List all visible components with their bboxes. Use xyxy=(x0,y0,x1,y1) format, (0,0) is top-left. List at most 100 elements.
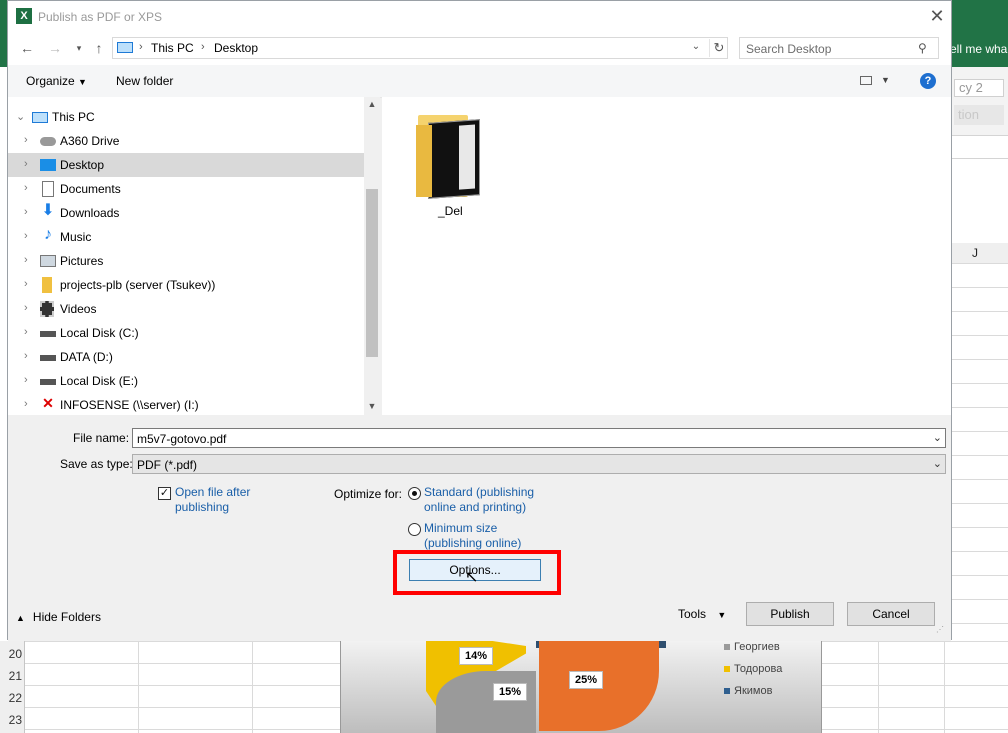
new-folder-button[interactable]: New folder xyxy=(116,74,173,88)
save-type-label: Save as type: xyxy=(60,457,133,471)
file-list: _Del xyxy=(382,97,951,415)
tree-item-local-disk-c[interactable]: › Local Disk (C:) xyxy=(8,321,364,345)
organize-label: Organize xyxy=(26,74,75,88)
minimum-size-radio[interactable] xyxy=(408,523,421,536)
address-bar[interactable]: › This PC › Desktop ⌄ ↻ xyxy=(112,37,728,59)
view-mode-icon[interactable] xyxy=(860,76,872,85)
chevron-right-icon[interactable]: › xyxy=(24,182,28,194)
disk-icon xyxy=(40,355,56,361)
tree-item-a360-drive[interactable]: › A360 Drive xyxy=(8,129,364,153)
style-accent-box[interactable]: cy 2 xyxy=(954,79,1004,97)
close-button[interactable]: ✕ xyxy=(926,5,948,27)
folder-thumbnail xyxy=(428,119,480,199)
open-after-label[interactable]: Open file after publishing xyxy=(175,485,250,515)
up-button[interactable]: ↑ xyxy=(90,39,108,57)
pictures-icon xyxy=(40,255,56,267)
search-icon[interactable]: ⚲ xyxy=(918,41,927,55)
open-after-line1: Open file after xyxy=(175,485,251,499)
minimum-line2: (publishing online) xyxy=(424,536,522,550)
arrow-up-icon: ↑ xyxy=(95,40,103,56)
tree-item-label: Local Disk (E:) xyxy=(60,374,139,388)
column-header-j[interactable] xyxy=(950,243,1008,264)
formula-bar[interactable] xyxy=(950,135,1008,159)
legend-swatch xyxy=(724,688,730,695)
tools-button[interactable]: Tools ▼ xyxy=(678,607,726,621)
pie-chart[interactable]: 14% 15% 25% Георгиев Тодорова Якимов xyxy=(340,641,822,733)
chevron-right-icon[interactable]: › xyxy=(24,278,28,290)
scrollbar-thumb[interactable] xyxy=(366,189,378,357)
chevron-right-icon[interactable]: › xyxy=(24,350,28,362)
close-icon: ✕ xyxy=(929,6,945,26)
arrow-right-icon: → xyxy=(48,40,62,56)
scroll-down-icon[interactable]: ▼ xyxy=(364,401,380,411)
tree-item-this-pc[interactable]: ⌄ This PC xyxy=(8,105,364,129)
row-number[interactable]: 21 xyxy=(2,669,22,683)
tree-item-projects-plb[interactable]: › projects-plb (server (Tsukev)) xyxy=(8,273,364,297)
tree-item-downloads[interactable]: › ⬇ Downloads xyxy=(8,201,364,225)
resize-grip-icon[interactable]: ⋰ xyxy=(936,625,944,634)
recent-locations-button[interactable]: ▾ xyxy=(70,39,88,57)
chevron-right-icon[interactable]: › xyxy=(24,254,28,266)
tree-item-infosense[interactable]: › ✕ INFOSENSE (\\server) (I:) xyxy=(8,393,364,417)
refresh-icon[interactable]: ↻ xyxy=(709,39,728,57)
row-number[interactable]: 22 xyxy=(2,691,22,705)
chevron-right-icon[interactable]: › xyxy=(139,41,143,53)
help-icon[interactable]: ? xyxy=(920,73,936,89)
folder-item[interactable]: _Del xyxy=(416,115,486,221)
sheet-grid-right[interactable] xyxy=(950,263,1008,641)
grid-line xyxy=(878,641,879,733)
breadcrumb-this-pc[interactable]: This PC xyxy=(151,41,194,55)
tree-item-local-disk-e[interactable]: › Local Disk (E:) xyxy=(8,369,364,393)
tree-item-documents[interactable]: › Documents xyxy=(8,177,364,201)
forward-button[interactable]: → xyxy=(46,39,64,57)
dialog-title: Publish as PDF or XPS xyxy=(38,10,163,24)
file-name-value: m5v7-gotovo.pdf xyxy=(137,432,227,446)
row-number[interactable]: 23 xyxy=(2,713,22,727)
standard-radio[interactable] xyxy=(408,487,421,500)
breadcrumb-desktop[interactable]: Desktop xyxy=(214,41,258,55)
scroll-up-icon[interactable]: ▲ xyxy=(364,99,380,109)
chevron-right-icon[interactable]: › xyxy=(24,230,28,242)
chevron-right-icon[interactable]: › xyxy=(24,398,28,410)
tree-item-label: projects-plb (server (Tsukev)) xyxy=(60,278,216,292)
search-box[interactable]: Search Desktop ⚲ xyxy=(739,37,939,59)
row-number[interactable]: 20 xyxy=(2,647,22,661)
legend-swatch xyxy=(724,644,730,651)
chevron-down-icon[interactable]: ⌄ xyxy=(933,457,942,470)
publish-button[interactable]: Publish xyxy=(746,602,834,626)
legend-label: Георгиев xyxy=(734,641,780,653)
tell-me-text[interactable]: ell me wha xyxy=(950,42,1007,56)
tree-scrollbar[interactable]: ▲ ▼ xyxy=(364,97,380,415)
open-after-checkbox[interactable]: ✓ xyxy=(158,487,171,500)
chevron-right-icon[interactable]: › xyxy=(24,326,28,338)
chevron-right-icon[interactable]: › xyxy=(24,302,28,314)
minimum-size-label[interactable]: Minimum size (publishing online) xyxy=(424,521,521,551)
title-bar[interactable]: X Publish as PDF or XPS ✕ xyxy=(8,1,951,33)
column-j-label: J xyxy=(972,246,978,260)
desktop-icon xyxy=(40,159,56,171)
chevron-down-icon[interactable]: ⌄ xyxy=(16,110,25,123)
chevron-right-icon[interactable]: › xyxy=(24,134,28,146)
standard-line1: Standard (publishing xyxy=(424,485,535,499)
file-name-input[interactable]: m5v7-gotovo.pdf ⌄ xyxy=(132,428,946,448)
hide-folders-button[interactable]: ▲ Hide Folders xyxy=(16,610,101,624)
organize-button[interactable]: Organize ▼ xyxy=(26,74,87,88)
chevron-right-icon[interactable]: › xyxy=(201,41,205,53)
tree-item-music[interactable]: › ♪ Music xyxy=(8,225,364,249)
tree-item-data-d[interactable]: › DATA (D:) xyxy=(8,345,364,369)
tree-item-videos[interactable]: › Videos xyxy=(8,297,364,321)
standard-label[interactable]: Standard (publishing online and printing) xyxy=(424,485,534,515)
publish-dialog: X Publish as PDF or XPS ✕ ← → ▾ ↑ › This… xyxy=(7,0,952,641)
tree-item-desktop[interactable]: › Desktop xyxy=(8,153,364,177)
chevron-right-icon[interactable]: › xyxy=(24,206,28,218)
chevron-right-icon[interactable]: › xyxy=(24,158,28,170)
back-button[interactable]: ← xyxy=(18,39,36,57)
chevron-right-icon[interactable]: › xyxy=(24,374,28,386)
ribbon-action-button[interactable]: tion xyxy=(954,105,1004,125)
cancel-button[interactable]: Cancel xyxy=(847,602,935,626)
address-dropdown-icon[interactable]: ⌄ xyxy=(689,41,703,52)
view-dropdown-icon[interactable]: ▼ xyxy=(881,75,890,85)
chevron-down-icon[interactable]: ⌄ xyxy=(933,431,942,444)
save-type-select[interactable]: PDF (*.pdf) ⌄ xyxy=(132,454,946,474)
tree-item-pictures[interactable]: › Pictures xyxy=(8,249,364,273)
